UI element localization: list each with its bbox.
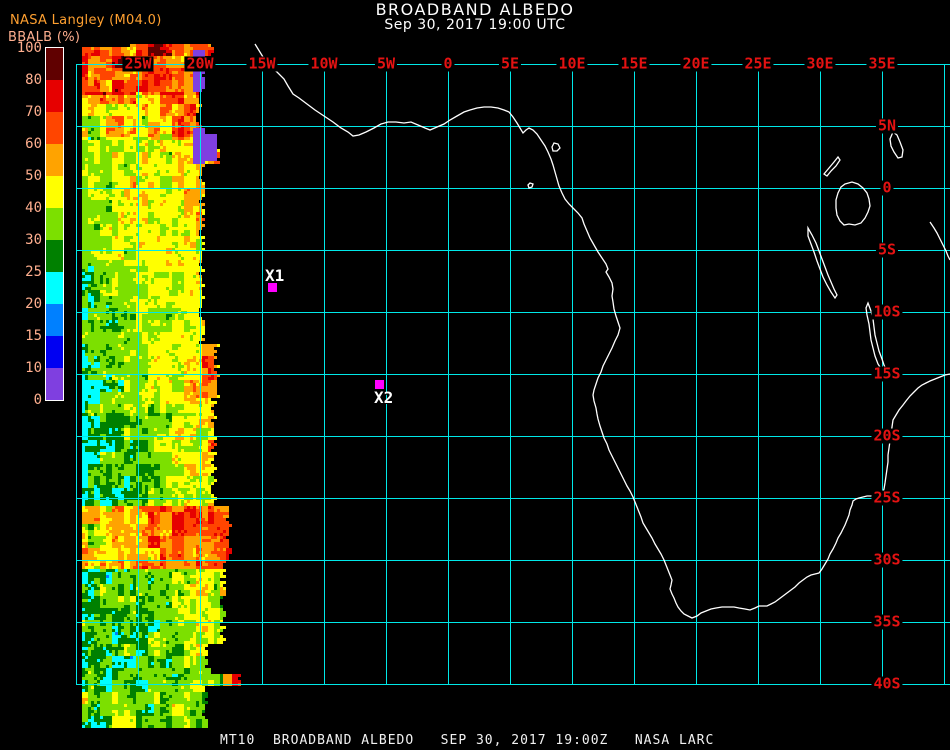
longitude-label: 15E [618, 54, 650, 73]
latitude-label: 40S [871, 674, 903, 693]
longitude-label: 30E [804, 54, 836, 73]
lake-outline [823, 155, 841, 177]
longitude-label: 25W [122, 54, 154, 73]
colorbar-segment [46, 112, 63, 144]
marker-label-x2: X2 [374, 388, 394, 407]
lake-outline [889, 130, 904, 159]
colorbar-segment [46, 208, 63, 240]
latitude-label: 10S [871, 302, 903, 321]
colorbar-tick-label: 0 [33, 392, 42, 408]
parallel-line [76, 560, 950, 561]
lake-outline [551, 142, 561, 152]
longitude-label: 20E [680, 54, 712, 73]
colorbar-tick-label: 10 [25, 360, 42, 376]
colorbar-tick-label: 50 [25, 168, 42, 184]
latitude-label: 30S [871, 550, 903, 569]
longitude-label: 10W [308, 54, 340, 73]
coastline-path [929, 221, 950, 261]
lake-outline [807, 225, 838, 300]
parallel-line [76, 126, 950, 127]
albedo-map-view: 25W 20W 15W 10W 5W 0 5E 10E 15E 20E 25E 30E 35E 5N 0 5S… [0, 0, 950, 750]
albedo-colorbar [45, 47, 64, 401]
parallel-line [76, 188, 950, 189]
colorbar-tick-label: 60 [25, 136, 42, 152]
latitude-label: 5S [875, 240, 899, 259]
longitude-label: 10E [556, 54, 588, 73]
coastline-path [254, 43, 950, 619]
parallel-line [76, 684, 950, 685]
longitude-label: 0 [441, 54, 455, 73]
parallel-line [76, 498, 950, 499]
latitude-label: 5N [875, 116, 899, 135]
longitude-label: 25E [742, 54, 774, 73]
colorbar-segment [46, 144, 63, 176]
parallel-line [76, 312, 950, 313]
colorbar-tick-label: 70 [25, 104, 42, 120]
latitude-label: 20S [871, 426, 903, 445]
longitude-label: 35E [866, 54, 898, 73]
colorbar-segment [46, 48, 63, 80]
colorbar-segment [46, 368, 63, 400]
colorbar-segment [46, 240, 63, 272]
colorbar-tick-label: 15 [25, 328, 42, 344]
longitude-label: 5W [374, 54, 398, 73]
latitude-label: 35S [871, 612, 903, 631]
parallel-line [76, 436, 950, 437]
colorbar-tick-label: 25 [25, 264, 42, 280]
colorbar-segment [46, 304, 63, 336]
colorbar-segment [46, 336, 63, 368]
parallel-line [76, 250, 950, 251]
colorbar-tick-label: 30 [25, 232, 42, 248]
marker-label-x1: X1 [265, 266, 285, 285]
colorbar-segment [46, 80, 63, 112]
parallel-line [76, 622, 950, 623]
latitude-label: 0 [880, 178, 894, 197]
longitude-label: 5E [498, 54, 522, 73]
albedo-swath-canvas [76, 44, 246, 728]
colorbar-tick-label: 20 [25, 296, 42, 312]
latitude-label: 25S [871, 488, 903, 507]
colorbar-tick-label: 40 [25, 200, 42, 216]
colorbar-tick-label: 100 [16, 40, 42, 56]
parallel-line [76, 374, 950, 375]
footer-bar: MT10 BROADBAND ALBEDO SEP 30, 2017 19:00… [0, 730, 950, 750]
longitude-label: 20W [184, 54, 216, 73]
colorbar-segment [46, 272, 63, 304]
colorbar-tick-label: 80 [25, 72, 42, 88]
agency-label: NASA Langley (M04.0) [10, 13, 162, 28]
latitude-label: 15S [871, 364, 903, 383]
footer-caption: MT10 BROADBAND ALBEDO SEP 30, 2017 19:00… [220, 733, 715, 748]
longitude-label: 15W [246, 54, 278, 73]
colorbar-segment [46, 176, 63, 208]
